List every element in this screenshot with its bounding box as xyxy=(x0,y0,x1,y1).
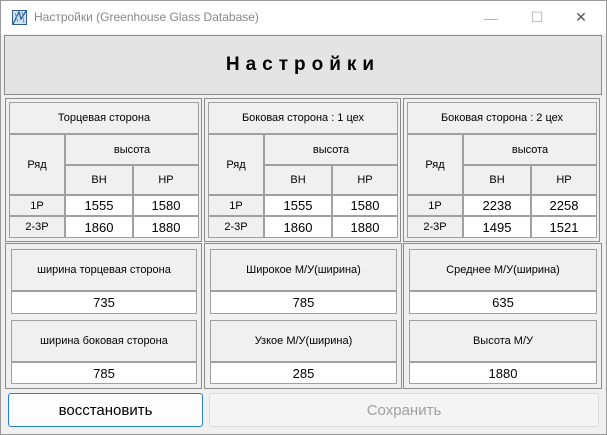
narrow-gap-input[interactable]: 285 xyxy=(210,362,397,384)
page-header: Настройки xyxy=(4,35,602,95)
gap-height-input[interactable]: 1880 xyxy=(409,362,597,384)
wide-gap-input[interactable]: 785 xyxy=(210,291,397,314)
table-title: Торцевая сторона xyxy=(9,102,199,134)
value-cell[interactable]: 1860 xyxy=(264,216,332,238)
table-group-side-2: Боковая сторона : 2 цех Ряд высота ВН НР… xyxy=(403,98,600,242)
table-group-end-side: Торцевая сторона Ряд высота ВН НР 1Р 155… xyxy=(5,98,202,242)
side-width-input[interactable]: 785 xyxy=(11,362,197,384)
window-title: Настройки (Greenhouse Glass Database) xyxy=(34,10,259,24)
height-header: высота xyxy=(264,134,398,165)
row-label: 1Р xyxy=(208,195,264,216)
wide-gap-label: Широкое М/У(ширина) xyxy=(210,249,397,291)
field-group-middle-height: Среднее М/У(ширина) 635 Высота М/У 1880 xyxy=(403,243,602,389)
save-button[interactable]: Сохранить xyxy=(209,393,599,427)
minimize-button[interactable]: — xyxy=(468,1,514,34)
height-header: высота xyxy=(463,134,597,165)
row-label: 2-3Р xyxy=(208,216,264,238)
side-width-label: ширина боковая сторона xyxy=(11,320,197,362)
end-side-width-input[interactable]: 735 xyxy=(11,291,197,314)
end-side-width-label: ширина торцевая сторона xyxy=(11,249,197,291)
column-hp: НР xyxy=(531,165,597,195)
column-bh: ВН xyxy=(463,165,531,195)
row-header: Ряд xyxy=(407,134,463,195)
settings-window: Настройки (Greenhouse Glass Database) — … xyxy=(0,0,607,435)
value-cell[interactable]: 2238 xyxy=(463,195,531,216)
column-hp: НР xyxy=(133,165,199,195)
table-group-side-1: Боковая сторона : 1 цех Ряд высота ВН НР… xyxy=(204,98,401,242)
gap-height-label: Высота М/У xyxy=(409,320,597,362)
middle-gap-label: Среднее М/У(ширина) xyxy=(409,249,597,291)
column-hp: НР xyxy=(332,165,398,195)
row-label: 2-3Р xyxy=(9,216,65,238)
value-cell[interactable]: 1495 xyxy=(463,216,531,238)
maximize-button[interactable]: ☐ xyxy=(514,1,560,34)
value-cell[interactable]: 1555 xyxy=(264,195,332,216)
height-header: высота xyxy=(65,134,199,165)
table-title: Боковая сторона : 2 цех xyxy=(407,102,597,134)
value-cell[interactable]: 1860 xyxy=(65,216,133,238)
value-cell[interactable]: 1880 xyxy=(133,216,199,238)
close-button[interactable]: ✕ xyxy=(558,1,604,34)
value-cell[interactable]: 1580 xyxy=(332,195,398,216)
row-header: Ряд xyxy=(9,134,65,195)
value-cell[interactable]: 1880 xyxy=(332,216,398,238)
field-group-widths: ширина торцевая сторона 735 ширина боков… xyxy=(5,243,202,389)
middle-gap-input[interactable]: 635 xyxy=(409,291,597,314)
value-cell[interactable]: 1555 xyxy=(65,195,133,216)
column-bh: ВН xyxy=(264,165,332,195)
field-group-wide-narrow: Широкое М/У(ширина) 785 Узкое М/У(ширина… xyxy=(204,243,402,389)
column-bh: ВН xyxy=(65,165,133,195)
value-cell[interactable]: 2258 xyxy=(531,195,597,216)
row-label: 1Р xyxy=(9,195,65,216)
page-title: Настройки xyxy=(225,54,381,75)
narrow-gap-label: Узкое М/У(ширина) xyxy=(210,320,397,362)
table-title: Боковая сторона : 1 цех xyxy=(208,102,398,134)
row-label: 2-3Р xyxy=(407,216,463,238)
row-label: 1Р xyxy=(407,195,463,216)
row-header: Ряд xyxy=(208,134,264,195)
title-bar[interactable]: Настройки (Greenhouse Glass Database) — … xyxy=(1,1,606,34)
greenhouse-glass-icon xyxy=(12,10,27,25)
restore-button[interactable]: восстановить xyxy=(8,393,203,427)
value-cell[interactable]: 1521 xyxy=(531,216,597,238)
value-cell[interactable]: 1580 xyxy=(133,195,199,216)
